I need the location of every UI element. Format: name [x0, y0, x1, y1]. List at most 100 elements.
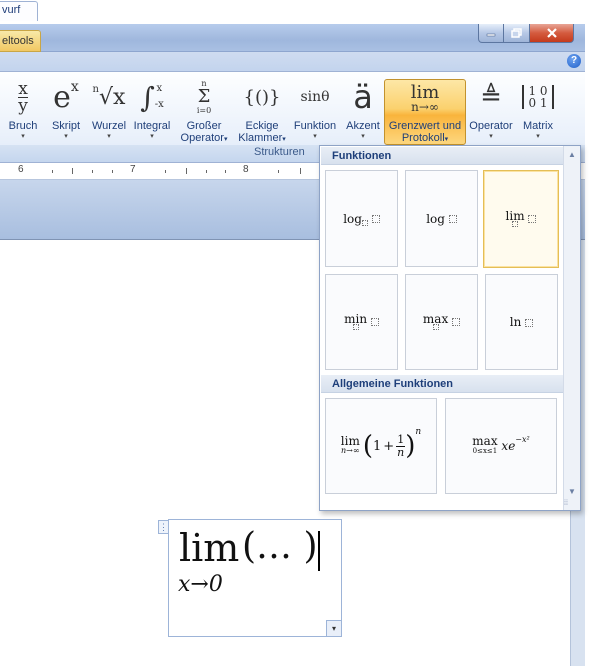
gallery-item-lim-example[interactable]: lim n→∞ ( 1 + 1n ) n	[325, 398, 437, 494]
ruler-number: 8	[243, 164, 249, 175]
script-base: e	[53, 79, 71, 115]
operator-label: Operator▾	[175, 132, 233, 146]
fraction-icon: x y	[4, 74, 42, 120]
chevron-down-icon: ▾	[489, 133, 493, 140]
accent-glyph: ä	[353, 78, 373, 116]
integral-button[interactable]: ∫ x -x Integral ▾	[130, 74, 174, 146]
group-label-strukturen: Strukturen	[254, 146, 305, 158]
log-base-text: log	[343, 212, 380, 226]
ruler-tick	[112, 170, 113, 173]
grosser-label: Großer	[186, 120, 222, 132]
ln-text: ln	[510, 315, 534, 329]
max-op: max	[422, 312, 449, 326]
help-icon[interactable]: ?	[567, 54, 581, 68]
grosser-operator-button[interactable]: n Σ i=0 Großer Operator▾	[175, 74, 233, 146]
wurzel-button[interactable]: n √x Wurzel ▾	[88, 74, 130, 146]
chevron-down-icon: ▾	[64, 133, 68, 140]
skript-button[interactable]: ex Skript ▾	[46, 74, 86, 146]
placeholder-icon	[448, 215, 457, 223]
chevron-down-icon: ▾	[223, 136, 228, 143]
lim-example-sub: n→∞	[341, 446, 360, 455]
lim-example-plus: +	[383, 438, 395, 454]
equation-move-handle[interactable]: ⋮	[158, 520, 168, 534]
script-icon: ex	[46, 74, 86, 120]
close-button[interactable]	[530, 24, 574, 43]
max-example-formula: max 0≤x≤1 xe −x²	[472, 434, 530, 456]
chevron-down-icon: ▾	[331, 624, 336, 633]
gallery-item-log-base[interactable]: log	[325, 170, 398, 267]
gallery-item-max-example[interactable]: max 0≤x≤1 xe −x²	[445, 398, 557, 494]
ruler-tick	[186, 168, 187, 174]
function-icon: sinθ	[290, 74, 340, 120]
funktion-label: Funktion	[293, 120, 337, 132]
ribbon-tab-row	[0, 52, 585, 71]
placeholder-icon	[371, 215, 380, 223]
chevron-down-icon: ▾	[536, 133, 540, 140]
equation-box[interactable]: lim x→0 (… ) ▾	[168, 519, 342, 637]
lim-example-exp: n	[415, 427, 422, 437]
scroll-up-icon[interactable]: ▲	[564, 147, 580, 163]
eckige-klammer-button[interactable]: {()} Eckige Klammer▾	[234, 74, 290, 146]
matrix-button[interactable]: 1 0 0 1 Matrix ▾	[516, 74, 560, 146]
radical-glyph: √x	[99, 84, 126, 110]
gallery-item-log[interactable]: log	[405, 170, 478, 267]
chevron-down-icon: ▾	[21, 133, 25, 140]
gallery-section-funktionen: Funktionen	[321, 147, 563, 165]
akzent-button[interactable]: ä Akzent ▾	[342, 74, 384, 146]
operator-icon: ≜	[467, 74, 515, 120]
gallery-scrollbar[interactable]: ▲ ▼	[563, 146, 580, 510]
resize-grip-icon[interactable]: ⁞⁞	[564, 500, 568, 507]
fraction-denominator: y	[18, 95, 28, 116]
equation-argument[interactable]: (… )	[242, 526, 318, 567]
lim-example-one: 1	[372, 438, 382, 454]
bracket-glyph: {()}	[243, 86, 281, 108]
lim-example-formula: lim n→∞ ( 1 + 1n ) n	[340, 427, 421, 461]
tab-entwurf[interactable]: vurf	[0, 1, 38, 21]
minimize-button[interactable]	[478, 24, 504, 43]
matrix-icon: 1 0 0 1	[516, 74, 560, 120]
limit-sub: n→∞	[411, 100, 439, 114]
function-glyph: sinθ	[300, 89, 330, 105]
equation-options-button[interactable]: ▾	[326, 620, 341, 636]
bruch-button[interactable]: x y Bruch ▾	[4, 74, 42, 146]
ruler-tick	[52, 170, 53, 173]
chevron-down-icon: ▾	[107, 133, 111, 140]
matrix-row-2: 0 1	[528, 96, 548, 110]
ruler-number: 7	[130, 164, 136, 175]
gallery-item-lim[interactable]: lim	[483, 170, 559, 268]
limit-glyph: lim	[410, 82, 440, 103]
gallery-item-min[interactable]: min	[325, 274, 398, 370]
chevron-down-icon: ▾	[361, 133, 365, 140]
klammer-label-text: Klammer	[238, 132, 283, 144]
chevron-down-icon: ▾	[313, 133, 317, 140]
ruler-tick	[165, 170, 166, 173]
max-example-exp: −x²	[515, 434, 530, 444]
limit-gallery-dropdown: Funktionen log log lim min max ln Allgem…	[319, 145, 581, 511]
integral-icon: ∫ x -x	[130, 74, 174, 120]
log-op: log	[426, 211, 445, 226]
scroll-down-icon[interactable]: ▼	[564, 484, 580, 500]
operator-button[interactable]: ≜ Operator ▾	[467, 74, 515, 146]
gallery-item-max[interactable]: max	[405, 274, 478, 370]
sum-icon: n Σ i=0	[175, 74, 233, 120]
lim-example-op: lim	[340, 434, 360, 448]
bracket-icon: {()}	[234, 74, 290, 120]
grenzwert-label: Grenzwert und	[388, 120, 462, 132]
restore-button[interactable]	[504, 24, 530, 43]
placeholder-icon	[452, 318, 461, 326]
restore-icon	[511, 28, 522, 38]
contextual-tab-header: eltools	[0, 30, 41, 52]
max-text: max	[422, 312, 461, 330]
radical-index: n	[92, 83, 99, 95]
wurzel-label: Wurzel	[91, 120, 127, 132]
limit-icon: lim n→∞	[385, 80, 465, 120]
lim-example-num: 1	[397, 432, 405, 446]
ruler-tick	[300, 168, 301, 174]
script-sup: x	[70, 79, 79, 95]
paren-open: (	[362, 431, 373, 461]
gallery-item-ln[interactable]: ln	[485, 274, 558, 370]
sum-lower: i=0	[196, 106, 212, 115]
window-controls	[478, 24, 574, 43]
funktion-button[interactable]: sinθ Funktion ▾	[290, 74, 340, 146]
grenzwert-button[interactable]: lim n→∞ Grenzwert und Protokoll▾	[384, 79, 466, 145]
